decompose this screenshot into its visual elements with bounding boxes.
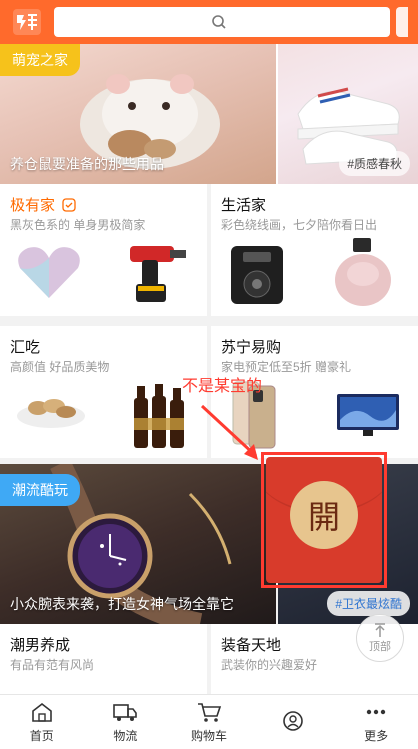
search-bar[interactable]: [54, 7, 390, 37]
app-logo-icon[interactable]: [10, 7, 44, 37]
section-title: 生活家: [221, 197, 267, 214]
section-subtitle: 有品有范有风尚: [10, 658, 95, 672]
speaker-image: [231, 246, 283, 304]
section-title: 汇吃: [10, 339, 41, 356]
top-bar: [0, 0, 418, 44]
red-envelope-button[interactable]: 開: [266, 457, 382, 583]
bottom-tab-bar: 首页 物流 购物车 更多: [0, 694, 418, 749]
tab-label: 首页: [29, 729, 54, 743]
back-to-top-label: 顶部: [369, 641, 391, 653]
badge-icon: [62, 198, 76, 212]
tv-image: [337, 394, 399, 436]
tab-more[interactable]: 更多: [334, 695, 418, 749]
section-shenghuojia[interactable]: 生活家 彩色绕线画，七夕陪你看日出: [211, 184, 418, 316]
section-jiyoujia[interactable]: 极有家 黑灰色系的 单身男极简家: [0, 184, 207, 316]
section-chaonan[interactable]: 潮男养成 有品有范有风尚: [0, 624, 207, 694]
section-title: 苏宁易购: [221, 339, 282, 356]
trend-tag: 潮流酷玩: [0, 474, 80, 506]
annotation-arrow-icon: [200, 404, 258, 460]
annotation-text: 不是某宝的: [182, 378, 263, 395]
warmer-image: [335, 238, 391, 306]
arrow-up-icon: [375, 623, 385, 637]
trend-card[interactable]: 潮流酷玩 小众腕表来袭，打造女神气场全靠它: [0, 464, 276, 624]
banner-right-tag: #质感春秋: [339, 151, 410, 176]
grid-divider: [0, 316, 418, 326]
home-icon: [29, 700, 55, 724]
profile-icon: [280, 709, 306, 733]
section-title: 装备天地: [221, 637, 282, 654]
section-huichi[interactable]: 汇吃 高颜值 好品质美物: [0, 326, 207, 458]
trend-right-tag: #卫衣最炫酷: [327, 591, 410, 616]
search-icon: [212, 15, 226, 29]
tab-cart[interactable]: 购物车: [167, 695, 251, 749]
drill-image: [130, 246, 186, 302]
grid-divider: [207, 624, 211, 694]
truck-icon: [112, 700, 138, 724]
banner-shoes-card[interactable]: #质感春秋: [278, 44, 418, 184]
tab-label: 物流: [113, 729, 138, 743]
section-subtitle: 武装你的兴趣爱好: [221, 658, 318, 672]
section-title: 极有家: [10, 194, 76, 215]
brand-title: 极有家: [10, 197, 56, 214]
tab-home[interactable]: 首页: [0, 695, 84, 749]
trend-caption: 小众腕表来袭，打造女神气场全靠它: [10, 596, 234, 612]
banner: 萌宠之家 养仓鼠要准备的那些用品 #质感春秋: [0, 44, 418, 184]
heart-lamp-image: [18, 247, 80, 298]
sauce-bottles-image: [134, 384, 184, 448]
tab-label: 更多: [364, 729, 389, 743]
cart-icon: [196, 700, 222, 724]
nuts-image: [17, 399, 85, 428]
section-title: 潮男养成: [10, 637, 71, 654]
open-coin: 開: [290, 481, 358, 549]
section-subtitle: 黑灰色系的 单身男极简家: [10, 218, 146, 232]
tab-logistics[interactable]: 物流: [84, 695, 168, 749]
banner-left-caption: 养仓鼠要准备的那些用品: [10, 156, 164, 172]
section-subtitle: 高颜值 好品质美物: [10, 360, 110, 374]
more-icon: [363, 700, 389, 724]
tab-profile[interactable]: [251, 695, 335, 749]
section-subtitle: 彩色绕线画，七夕陪你看日出: [221, 218, 378, 232]
header-edge: [396, 7, 408, 37]
banner-left-tag: 萌宠之家: [0, 44, 80, 76]
banner-hamster-card[interactable]: 萌宠之家 养仓鼠要准备的那些用品: [0, 44, 276, 184]
tab-label: 购物车: [190, 729, 227, 743]
back-to-top-button[interactable]: 顶部: [356, 614, 404, 662]
